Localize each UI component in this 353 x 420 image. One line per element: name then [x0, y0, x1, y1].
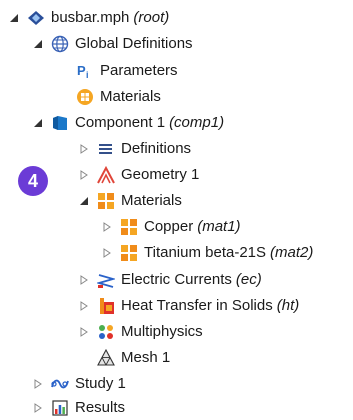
component-tag: (comp1) — [169, 114, 225, 131]
tree-node-multiphysics[interactable]: Multiphysics — [78, 320, 203, 344]
results-icon — [51, 399, 69, 417]
expand-icon[interactable] — [78, 274, 90, 286]
materials-icon — [97, 192, 115, 210]
svg-text:i: i — [86, 70, 89, 80]
definitions-label: Definitions — [121, 140, 192, 157]
tree-node-definitions[interactable]: Definitions — [78, 137, 191, 161]
materials-label: Materials — [121, 192, 182, 209]
expand-icon[interactable] — [101, 247, 113, 259]
parameters-label: Parameters — [100, 62, 178, 79]
root-label: busbar.mph — [51, 9, 130, 26]
globe-icon — [51, 35, 69, 53]
expand-icon[interactable] — [101, 221, 113, 233]
electric-currents-icon — [97, 271, 115, 289]
tree-node-geometry[interactable]: Geometry 1 — [78, 163, 199, 187]
tree-node-titanium[interactable]: Titanium beta-21S (mat2) — [101, 241, 313, 265]
mesh-label: Mesh 1 — [121, 349, 171, 366]
tree-node-global-materials[interactable]: Materials — [57, 85, 161, 109]
collapse-icon[interactable] — [8, 12, 20, 24]
expand-icon[interactable] — [78, 143, 90, 155]
heat-transfer-tag: (ht) — [276, 297, 300, 314]
collapse-icon[interactable] — [32, 38, 44, 50]
tree-node-copper[interactable]: Copper (mat1) — [101, 215, 241, 239]
expand-icon[interactable] — [78, 169, 90, 181]
tree-node-study[interactable]: Study 1 — [32, 372, 126, 396]
parameters-icon: P i — [76, 62, 94, 80]
copper-tag: (mat1) — [197, 218, 241, 235]
electric-currents-tag: (ec) — [235, 271, 262, 288]
component-icon — [51, 114, 69, 132]
geometry-label: Geometry 1 — [121, 166, 200, 183]
svg-text:P: P — [77, 63, 86, 78]
material-icon — [120, 244, 138, 262]
heat-transfer-label: Heat Transfer in Solids — [121, 297, 273, 314]
titanium-tag: (mat2) — [270, 244, 314, 261]
multiphysics-icon — [97, 323, 115, 341]
copper-label: Copper — [144, 218, 194, 235]
mesh-icon — [97, 349, 115, 367]
multiphysics-label: Multiphysics — [121, 323, 203, 340]
root-tag: (root) — [133, 9, 170, 26]
tree-node-mesh[interactable]: Mesh 1 — [78, 346, 170, 370]
study-label: Study 1 — [75, 375, 126, 392]
expand-icon[interactable] — [78, 300, 90, 312]
tree-node-results[interactable]: Results — [32, 396, 125, 420]
model-builder-tree: busbar.mph (root) Global Definitions P i — [0, 0, 353, 420]
collapse-icon[interactable] — [32, 117, 44, 129]
global-materials-label: Materials — [100, 88, 161, 105]
model-file-icon — [27, 9, 45, 27]
definitions-icon — [97, 140, 115, 158]
study-icon — [51, 375, 69, 393]
tree-node-global-definitions[interactable]: Global Definitions — [32, 32, 193, 56]
results-label: Results — [75, 399, 126, 416]
tree-node-component[interactable]: Component 1 (comp1) — [32, 111, 224, 135]
material-icon — [120, 218, 138, 236]
step-badge: 4 — [18, 166, 48, 196]
titanium-label: Titanium beta-21S — [144, 244, 267, 261]
tree-node-electric-currents[interactable]: Electric Currents (ec) — [78, 268, 262, 292]
tree-node-root[interactable]: busbar.mph (root) — [8, 6, 169, 30]
tree-node-heat-transfer[interactable]: Heat Transfer in Solids (ht) — [78, 294, 299, 318]
collapse-icon[interactable] — [78, 195, 90, 207]
expand-icon[interactable] — [32, 378, 44, 390]
tree-node-parameters[interactable]: P i Parameters — [57, 59, 178, 83]
materials-global-icon — [76, 88, 94, 106]
electric-currents-label: Electric Currents — [121, 271, 232, 288]
geometry-icon — [97, 166, 115, 184]
global-definitions-label: Global Definitions — [75, 35, 193, 52]
expand-icon[interactable] — [78, 326, 90, 338]
tree-node-materials[interactable]: Materials — [78, 189, 182, 213]
heat-transfer-icon — [97, 297, 115, 315]
component-label: Component 1 — [75, 114, 166, 131]
expand-icon[interactable] — [32, 402, 44, 414]
